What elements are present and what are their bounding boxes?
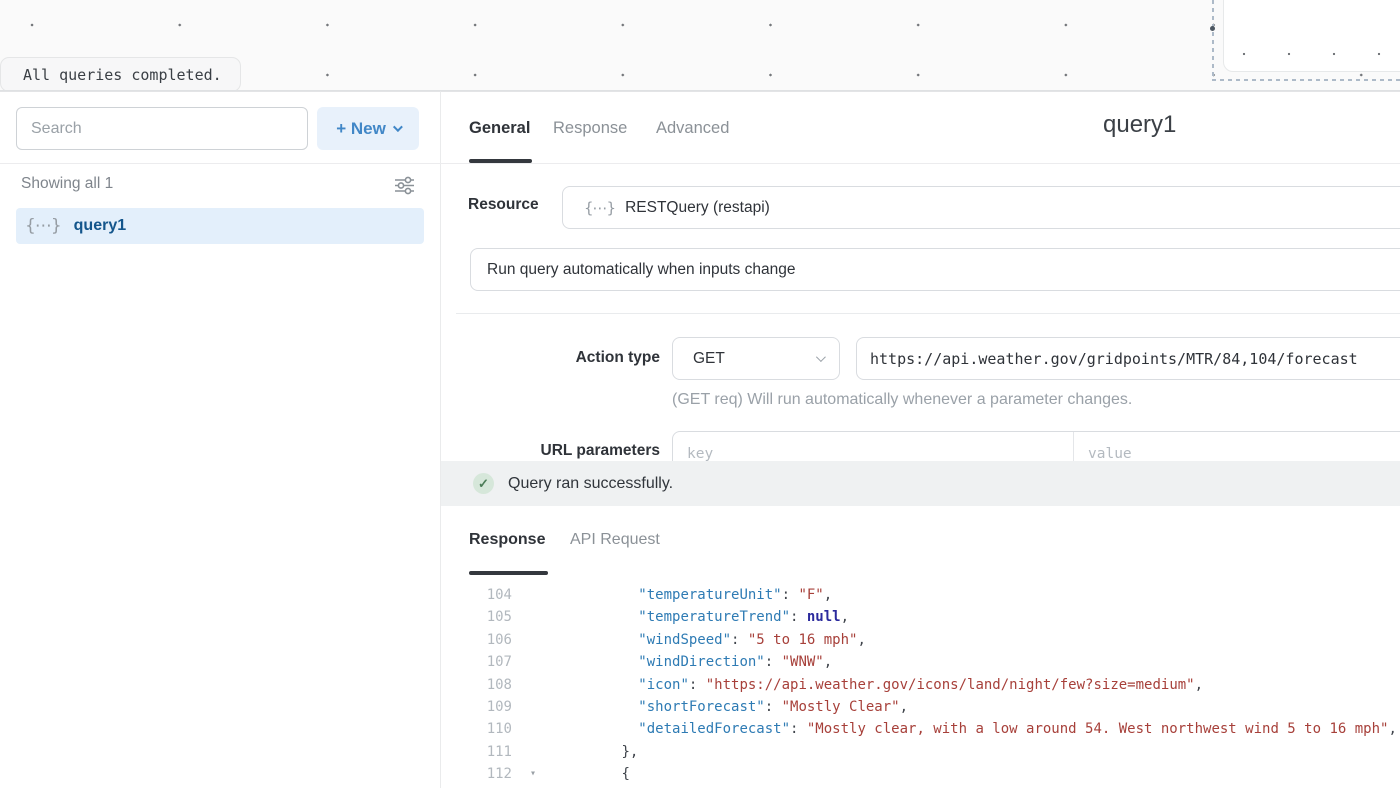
url-input[interactable] — [856, 337, 1400, 380]
query-editor-panel: General Response Advanced query1 Resourc… — [441, 91, 1400, 788]
json-code: }, — [554, 741, 638, 763]
toast-text: All queries completed. — [23, 66, 222, 84]
resource-select[interactable]: {⋯} RESTQuery (restapi) — [562, 186, 1400, 229]
line-number: 107 — [441, 651, 512, 673]
active-result-tab-underline — [469, 571, 548, 575]
resource-value: RESTQuery (restapi) — [625, 199, 770, 217]
query-title: query1 — [1103, 111, 1176, 139]
showing-count-label: Showing all 1 — [21, 175, 113, 193]
filter-sliders-icon[interactable] — [394, 176, 415, 195]
gutter — [512, 584, 554, 606]
url-parameters-label: URL parameters — [441, 442, 660, 460]
line-number: 105 — [441, 606, 512, 628]
gutter — [512, 606, 554, 628]
success-check-icon: ✓ — [473, 473, 494, 494]
json-code: "temperatureTrend": null, — [554, 606, 849, 628]
action-helper-text: (GET req) Will run automatically wheneve… — [672, 391, 1132, 409]
tab-response[interactable]: Response — [553, 119, 627, 138]
app-canvas[interactable]: All queries completed. — [0, 0, 1400, 91]
gutter — [512, 741, 554, 763]
gutter — [512, 696, 554, 718]
gutter — [512, 629, 554, 651]
tab-result-response[interactable]: Response — [469, 531, 545, 549]
query-sidebar: + New Showing all 1 {⋯} query1 — [0, 91, 441, 788]
tab-api-request[interactable]: API Request — [570, 531, 660, 549]
section-divider — [456, 313, 1400, 314]
queries-completed-toast: All queries completed. — [0, 57, 241, 92]
rest-query-icon: {⋯} — [584, 199, 615, 217]
run-mode-value: Run query automatically when inputs chan… — [487, 261, 795, 279]
chevron-down-icon — [393, 122, 403, 132]
code-braces-icon: {⋯} — [25, 216, 61, 236]
action-type-value: GET — [693, 350, 725, 368]
query-status-text: Query ran successfully. — [508, 475, 673, 493]
json-line: 105 "temperatureTrend": null, — [441, 606, 1400, 628]
json-line: 110 "detailedForecast": "Mostly clear, w… — [441, 718, 1400, 740]
collapse-caret-icon[interactable]: ▾ — [512, 763, 554, 785]
line-number: 110 — [441, 718, 512, 740]
json-code: "shortForecast": "Mostly Clear", — [554, 696, 908, 718]
line-number: 108 — [441, 674, 512, 696]
sidebar-divider — [0, 163, 441, 164]
new-query-button[interactable]: + New — [317, 107, 419, 150]
selection-border-vertical — [1212, 0, 1214, 81]
gutter — [512, 651, 554, 673]
new-query-label: + New — [336, 119, 386, 139]
json-line: 104 "temperatureUnit": "F", — [441, 584, 1400, 606]
tab-general[interactable]: General — [469, 119, 530, 138]
resource-label: Resource — [468, 196, 539, 214]
sidebar-item-query1[interactable]: {⋯} query1 — [16, 208, 424, 244]
json-code: "detailedForecast": "Mostly clear, with … — [554, 718, 1397, 740]
line-number: 109 — [441, 696, 512, 718]
run-mode-select[interactable]: Run query automatically when inputs chan… — [470, 248, 1400, 291]
json-line: 109 "shortForecast": "Mostly Clear", — [441, 696, 1400, 718]
line-number: 106 — [441, 629, 512, 651]
chevron-down-icon — [816, 352, 826, 362]
json-code: { — [554, 763, 630, 785]
tab-advanced[interactable]: Advanced — [656, 119, 729, 138]
retool-editor: All queries completed. + New Showing all… — [0, 0, 1400, 788]
json-code: "windSpeed": "5 to 16 mph", — [554, 629, 866, 651]
gutter — [512, 674, 554, 696]
json-code: "windDirection": "WNW", — [554, 651, 832, 673]
json-line: 111 }, — [441, 741, 1400, 763]
json-line: 108 "icon": "https://api.weather.gov/ico… — [441, 674, 1400, 696]
active-tab-underline — [469, 159, 532, 163]
json-line: 106 "windSpeed": "5 to 16 mph", — [441, 629, 1400, 651]
selected-container[interactable] — [1223, 0, 1400, 72]
json-line: 107 "windDirection": "WNW", — [441, 651, 1400, 673]
json-line: 112▾ { — [441, 763, 1400, 785]
selection-handle[interactable] — [1210, 26, 1215, 31]
query-status-bar: ✓ Query ran successfully. — [441, 461, 1400, 506]
line-number: 111 — [441, 741, 512, 763]
action-type-select[interactable]: GET — [672, 337, 840, 380]
search-input[interactable] — [16, 107, 308, 150]
json-code: "temperatureUnit": "F", — [554, 584, 832, 606]
query-item-label: query1 — [74, 217, 126, 235]
response-json[interactable]: 104 "temperatureUnit": "F",105 "temperat… — [441, 584, 1400, 788]
selection-border-horizontal — [1212, 79, 1400, 81]
json-code: "icon": "https://api.weather.gov/icons/l… — [554, 674, 1203, 696]
line-number: 112 — [441, 763, 512, 785]
gutter — [512, 718, 554, 740]
header-divider — [441, 163, 1400, 164]
action-type-label: Action type — [441, 349, 660, 367]
line-number: 104 — [441, 584, 512, 606]
